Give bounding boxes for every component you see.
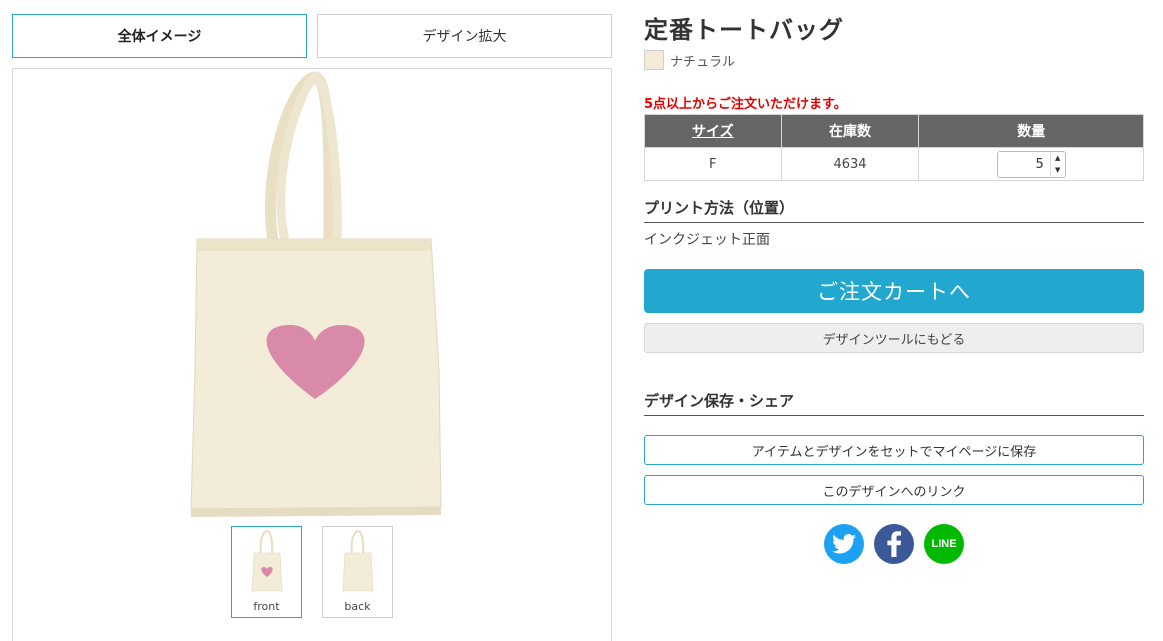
product-title: 定番トートバッグ xyxy=(644,16,844,44)
product-viewer: front back xyxy=(12,68,612,641)
tab-design-zoom[interactable]: デザイン拡大 xyxy=(317,14,612,58)
stock-header: 在庫数 xyxy=(780,114,920,148)
design-link-button[interactable]: このデザインへのリンク xyxy=(644,475,1144,505)
tab-overall-image[interactable]: 全体イメージ xyxy=(12,14,307,58)
color-name: ナチュラル xyxy=(670,54,736,70)
save-to-mypage-button[interactable]: アイテムとデザインをセットでマイページに保存 xyxy=(644,435,1144,465)
thumbnail-front[interactable]: front xyxy=(231,526,302,618)
back-to-design-tool-button[interactable]: デザインツールにもどる xyxy=(644,323,1144,353)
twitter-icon xyxy=(832,534,856,554)
print-method-heading: プリント方法（位置） xyxy=(644,197,1144,223)
order-cart-button[interactable]: ご注文カートへ xyxy=(644,269,1144,313)
quantity-stepper[interactable]: 5 ▲ ▼ xyxy=(996,150,1066,178)
thumbnail-back-label: back xyxy=(344,600,371,613)
thumbnail-strip: front back xyxy=(231,526,401,618)
tote-bag-front-thumb xyxy=(251,529,283,592)
increment-icon[interactable]: ▲ xyxy=(1055,154,1060,162)
save-share-heading: デザイン保存・シェア xyxy=(644,390,1144,416)
line-icon: LINE xyxy=(931,538,957,550)
size-cell: F xyxy=(644,147,782,181)
minimum-order-notice: 5点以上からご注文いただけます。 xyxy=(644,97,847,112)
tote-bag-back-thumb xyxy=(342,529,374,592)
print-method-value: インクジェット正面 xyxy=(644,232,770,248)
facebook-icon xyxy=(887,531,902,557)
quantity-arrows[interactable]: ▲ ▼ xyxy=(1049,151,1065,177)
table-row: F 4634 5 ▲ ▼ xyxy=(644,147,1144,181)
thumbnail-back[interactable]: back xyxy=(322,526,393,618)
thumbnail-front-label: front xyxy=(253,600,280,613)
decrement-icon[interactable]: ▼ xyxy=(1055,166,1060,174)
line-share-button[interactable]: LINE xyxy=(924,524,964,564)
view-tabs: 全体イメージ デザイン拡大 xyxy=(12,14,612,58)
size-header[interactable]: サイズ xyxy=(644,114,782,148)
quantity-cell: 5 ▲ ▼ xyxy=(918,147,1144,181)
color-swatch[interactable] xyxy=(644,50,664,70)
twitter-share-button[interactable] xyxy=(824,524,864,564)
tote-bag-main-image xyxy=(190,71,442,517)
color-option: ナチュラル xyxy=(644,50,735,70)
quantity-header: 数量 xyxy=(918,114,1144,148)
stock-table: サイズ 在庫数 数量 F 4634 5 ▲ ▼ xyxy=(644,114,1144,181)
stock-cell: 4634 xyxy=(780,147,920,181)
quantity-value[interactable]: 5 xyxy=(998,157,1050,172)
facebook-share-button[interactable] xyxy=(874,524,914,564)
social-share-buttons: LINE xyxy=(824,524,964,564)
